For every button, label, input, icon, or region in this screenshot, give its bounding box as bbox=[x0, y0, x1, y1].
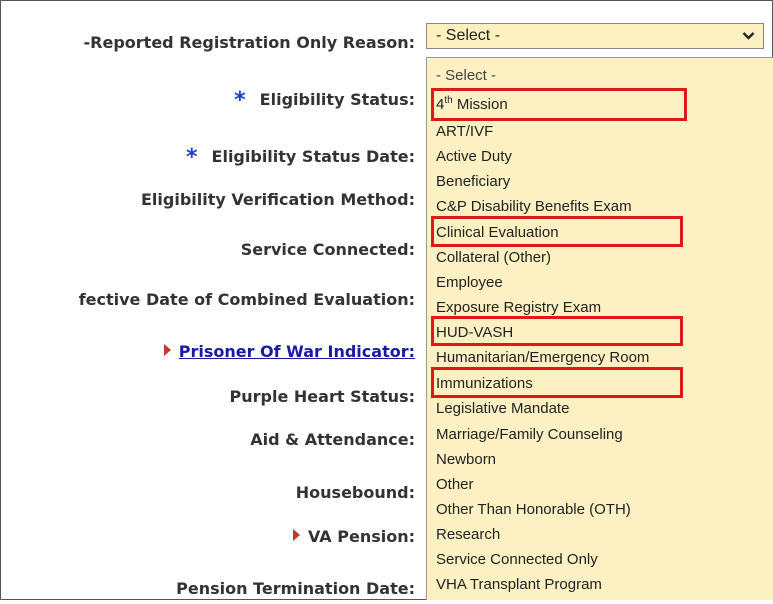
dropdown-option[interactable]: Marriage/Family Counseling bbox=[436, 422, 623, 447]
dropdown-option[interactable]: Service Connected Only bbox=[436, 547, 598, 572]
va-pension-text: VA Pension: bbox=[307, 527, 415, 546]
required-marker: * bbox=[186, 145, 198, 170]
select-value: - Select - bbox=[436, 27, 501, 44]
purple-heart-label: Purple Heart Status: bbox=[229, 387, 415, 406]
dropdown-option[interactable]: Legislative Mandate bbox=[436, 396, 569, 421]
eligibility-status-date-label: * Eligibility Status Date: bbox=[186, 142, 415, 172]
registration-reason-select[interactable]: - Select - bbox=[426, 23, 764, 49]
dropdown-option-hud-vash[interactable]: HUD-VASH bbox=[436, 320, 513, 345]
expand-triangle-icon bbox=[163, 344, 171, 356]
dropdown-option[interactable]: Exposure Registry Exam bbox=[436, 295, 601, 320]
reason-dropdown-list[interactable]: - Select - 4th Mission ART/IVF Active Du… bbox=[426, 57, 773, 600]
dropdown-option-4th-mission[interactable]: 4th Mission bbox=[436, 92, 508, 117]
aid-attendance-label: Aid & Attendance: bbox=[250, 430, 415, 449]
dropdown-option[interactable]: Other bbox=[436, 472, 474, 497]
dropdown-option[interactable]: ART/IVF bbox=[436, 119, 493, 144]
va-pension-label: VA Pension: bbox=[292, 522, 415, 552]
dropdown-option[interactable]: Research bbox=[436, 522, 500, 547]
expand-triangle-icon bbox=[292, 529, 300, 541]
effective-date-label: fective Date of Combined Evaluation: bbox=[78, 290, 415, 309]
required-marker: * bbox=[234, 88, 246, 113]
dropdown-option[interactable]: Employee bbox=[436, 270, 503, 295]
dropdown-option[interactable]: C&P Disability Benefits Exam bbox=[436, 194, 632, 219]
dropdown-option-clinical-evaluation[interactable]: Clinical Evaluation bbox=[436, 220, 559, 245]
chevron-down-icon bbox=[742, 24, 755, 55]
form-labels: -Reported Registration Only Reason: * Eli… bbox=[0, 0, 415, 600]
eligibility-status-label: * Eligibility Status: bbox=[234, 85, 415, 115]
mission-text: Mission bbox=[452, 96, 508, 113]
dropdown-option-select[interactable]: - Select - bbox=[436, 63, 496, 88]
dropdown-option[interactable]: Other Than Honorable (OTH) bbox=[436, 497, 631, 522]
prisoner-of-war-label[interactable]: Prisoner Of War Indicator: bbox=[163, 337, 415, 367]
eligibility-verification-label: Eligibility Verification Method: bbox=[140, 190, 415, 209]
dropdown-option[interactable]: Humanitarian/Emergency Room bbox=[436, 345, 649, 370]
mission-superscript: th bbox=[444, 95, 453, 106]
dropdown-option[interactable]: Newborn bbox=[436, 447, 496, 472]
prisoner-of-war-link[interactable]: Prisoner Of War Indicator: bbox=[179, 342, 415, 361]
dropdown-option[interactable]: VHA Transplant Program bbox=[436, 572, 602, 597]
registration-reason-label: -Reported Registration Only Reason: bbox=[83, 33, 415, 52]
dropdown-option[interactable]: Beneficiary bbox=[436, 169, 510, 194]
dropdown-option[interactable]: Collateral (Other) bbox=[436, 245, 551, 270]
dropdown-option[interactable]: Active Duty bbox=[436, 144, 512, 169]
housebound-label: Housebound: bbox=[295, 483, 415, 502]
dropdown-option-immunizations[interactable]: Immunizations bbox=[436, 371, 533, 396]
service-connected-label: Service Connected: bbox=[240, 240, 415, 259]
eligibility-status-date-text: Eligibility Status Date: bbox=[211, 147, 415, 166]
eligibility-status-text: Eligibility Status: bbox=[259, 90, 415, 109]
